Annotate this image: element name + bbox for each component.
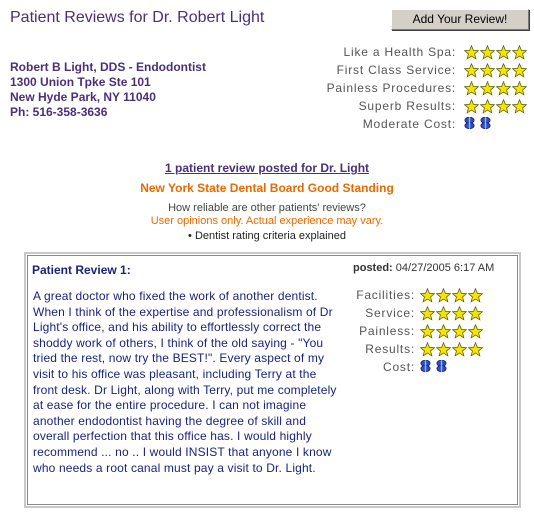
board-standing-text: New York State Dental Board Good Standin… [140,181,394,195]
summary-rating-row: Like a Health Spa: [300,44,528,62]
star-icon [512,63,527,78]
star-icon [452,288,467,303]
star-icon [452,324,467,339]
dollar-icon [480,117,491,129]
review-rating-row: Facilities: [350,287,520,305]
star-icon [468,288,483,303]
summary-rating-icons [464,117,495,129]
star-icon [496,63,511,78]
dentist-address-line2: New Hyde Park, NY 11040 [10,90,156,104]
review-count-link[interactable]: 1 patient review posted for Dr. Light [0,161,534,175]
page-title: Patient Reviews for Dr. Robert Light [10,9,265,26]
summary-rating-label: First Class Service: [336,63,456,77]
dentist-phone: Ph: 516-358-3636 [10,105,108,119]
star-icon [468,324,483,339]
review-rating-label: Facilities: [356,288,415,302]
star-icon [436,342,451,357]
star-icon [436,288,451,303]
star-icon [452,342,467,357]
star-icon [496,81,511,96]
summary-rating-label: Moderate Cost: [362,117,456,131]
summary-rating-row: Superb Results: [300,98,528,116]
posted-label: posted: [353,262,393,274]
review-rating-icons [420,306,483,321]
rating-criteria-link[interactable]: • Dentist rating criteria explained [0,230,534,242]
star-icon [480,81,495,96]
star-icon [420,342,435,357]
review-rating-label: Cost: [382,360,415,374]
summary-rating-icons [464,45,527,60]
review-rating-icons [420,360,451,372]
review-rating-icons [420,342,483,357]
star-icon [480,45,495,60]
summary-ratings: Like a Health Spa: First Class Service: … [300,44,528,134]
dollar-icon [420,360,431,372]
star-icon [436,306,451,321]
summary-rating-row: Painless Procedures: [300,80,528,98]
star-icon [464,81,479,96]
posted-date: 04/27/2005 6:17 AM [395,262,495,274]
star-icon [464,63,479,78]
star-icon [420,306,435,321]
star-icon [512,99,527,114]
summary-rating-label: Superb Results: [358,99,456,113]
review-rating-row: Results: [350,341,520,359]
disclaimer-text: User opinions only. Actual experience ma… [150,215,384,227]
star-icon [464,45,479,60]
summary-rating-label: Like a Health Spa: [343,45,456,59]
star-icon [512,45,527,60]
review-rating-row: Painless: [350,323,520,341]
summary-rating-label: Painless Procedures: [326,81,456,95]
star-icon [480,63,495,78]
summary-rating-icons [464,81,527,96]
review-title: Patient Review 1: [32,263,131,277]
review-rating-label: Results: [365,342,415,356]
star-icon [420,324,435,339]
summary-rating-row: Moderate Cost: [300,116,528,134]
star-icon [436,324,451,339]
star-icon [468,342,483,357]
review-rating-row: Service: [350,305,520,323]
dollar-icon [436,360,447,372]
review-rating-icons [420,324,483,339]
review-ratings: Facilities: Service: Painless: Results: … [350,287,520,377]
star-icon [420,288,435,303]
summary-rating-icons [464,99,527,114]
dollar-icon [464,117,475,129]
review-rating-label: Painless: [359,324,415,338]
review-body: A great doctor who fixed the work of ano… [33,289,337,475]
add-review-button[interactable]: Add Your Review! [391,9,529,30]
dentist-name: Robert B Light, DDS - Endodontist [10,60,206,74]
summary-rating-icons [464,63,527,78]
dentist-address-line1: 1300 Union Tpke Ste 101 [10,75,151,89]
dentist-info: Robert B Light, DDS - Endodontist 1300 U… [10,60,206,120]
reliability-question: How reliable are other patients' reviews… [168,202,366,214]
star-icon [468,306,483,321]
review-rating-row: Cost: [350,359,520,377]
review-rating-label: Service: [365,306,415,320]
summary-rating-row: First Class Service: [300,62,528,80]
star-icon [452,306,467,321]
star-icon [480,99,495,114]
star-icon [464,99,479,114]
review-posted: posted: 04/27/2005 6:17 AM [353,262,494,274]
star-icon [512,81,527,96]
star-icon [496,99,511,114]
review-rating-icons [420,288,483,303]
star-icon [496,45,511,60]
